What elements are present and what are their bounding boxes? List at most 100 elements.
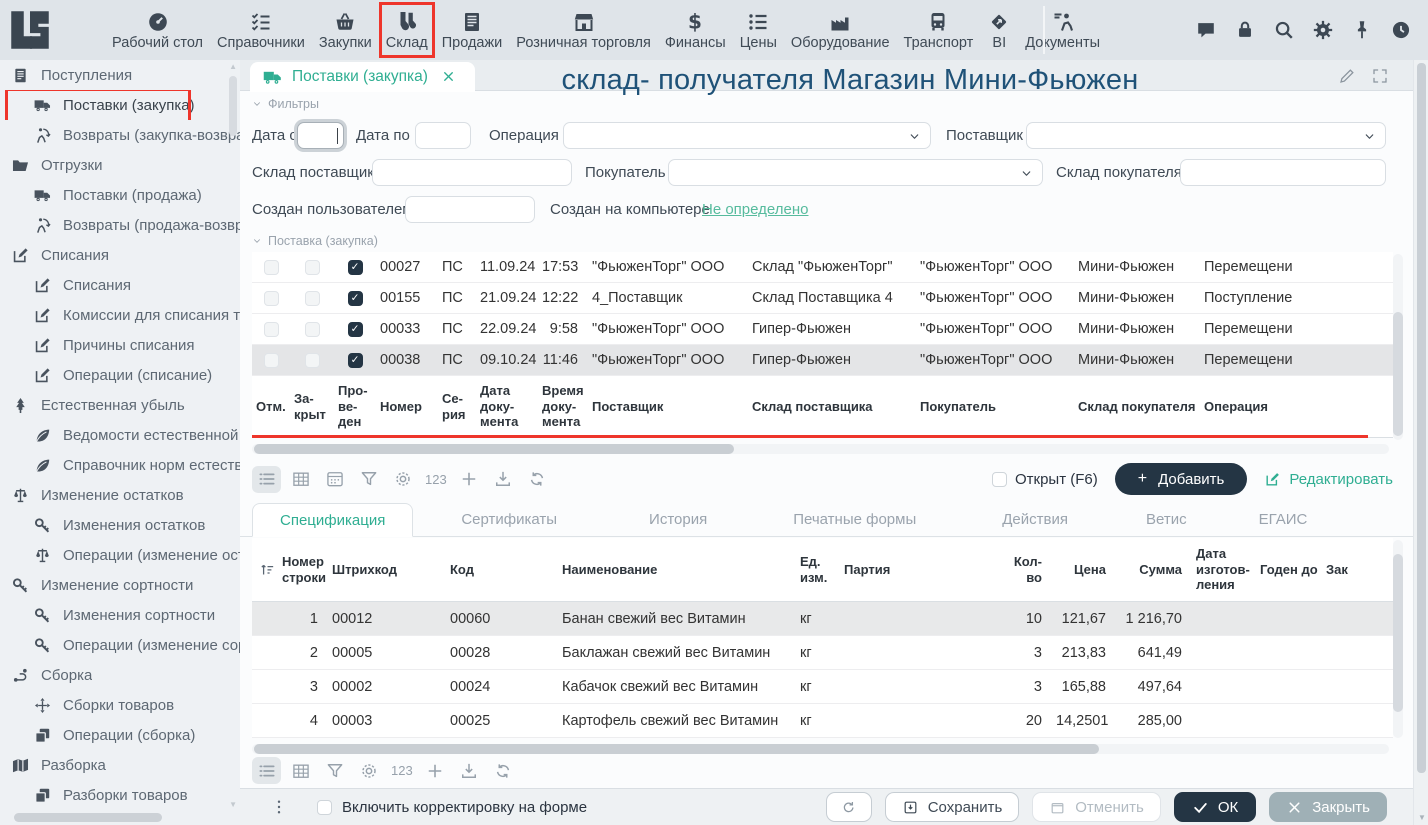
tab-postavki-zakupka[interactable]: Поставки (закупка) (250, 62, 475, 92)
kebab-menu-icon[interactable] (270, 798, 288, 816)
spec-table-hscrollbar[interactable] (252, 744, 1389, 754)
plus-button[interactable] (455, 466, 484, 493)
supplier-select[interactable] (1026, 122, 1386, 149)
detail-tab-1[interactable]: Спецификация (252, 503, 413, 537)
nav-item-dokumenty[interactable]: Документы (1018, 2, 1107, 58)
buyer-warehouse-input[interactable] (1180, 159, 1386, 186)
created-on-computer-link[interactable]: Не определено (702, 196, 808, 223)
closed-checkbox[interactable] (305, 322, 320, 337)
sidebar-item-postupleniya[interactable]: Поступления (0, 60, 240, 90)
supplier-warehouse-input[interactable] (372, 159, 572, 186)
sidebar-item-operacii-sborka[interactable]: Операции (сборка) (0, 720, 240, 750)
chat-button[interactable] (1195, 19, 1217, 41)
closed-checkbox[interactable] (305, 260, 320, 275)
nav-item-spravochniki[interactable]: Справочники (210, 2, 312, 58)
add-button[interactable]: + Добавить (1115, 463, 1248, 495)
sidebar-item-operacii-izmenenie-ostatkov[interactable]: Операции (изменение оста (0, 540, 240, 570)
table-row[interactable]: 00155ПС21.09.2412:224_ПоставщикСклад Пос… (252, 283, 1393, 314)
sidebar-item-izmenenie-sortnosti[interactable]: Изменение сортности (0, 570, 240, 600)
enable-adjustment-checkbox[interactable]: Включить корректировку на форме (317, 799, 587, 816)
operation-select[interactable] (563, 122, 931, 149)
download-button[interactable] (489, 466, 518, 493)
posted-checkbox[interactable] (348, 353, 363, 368)
posted-checkbox[interactable] (348, 260, 363, 275)
sidebar-item-prichiny-spisaniya[interactable]: Причины списания (0, 330, 240, 360)
gear-button[interactable] (1312, 19, 1334, 41)
save-button[interactable]: Сохранить (885, 792, 1020, 822)
grid-view-button[interactable] (286, 466, 315, 493)
date-from-input[interactable] (297, 122, 344, 149)
sidebar-item-postavki-prodazha[interactable]: Поставки (продажа) (0, 180, 240, 210)
sidebar-vertical-scrollbar[interactable] (229, 76, 237, 136)
sidebar-item-postavki-zakupka[interactable]: Поставки (закупка) (0, 90, 240, 120)
sidebar-item-komissii-dlya-spisaniya[interactable]: Комиссии для списания то (0, 300, 240, 330)
gear-outline-button[interactable] (354, 757, 383, 784)
filters-section-toggle[interactable]: Фильтры (252, 97, 319, 111)
sort-icon[interactable] (259, 561, 276, 578)
nav-item-finansy[interactable]: Финансы (658, 2, 733, 58)
detail-tab-5[interactable]: Действия (992, 503, 1078, 537)
loop-button[interactable] (489, 757, 518, 784)
nav-item-transport[interactable]: Транспорт (897, 2, 981, 58)
plus-button[interactable] (421, 757, 450, 784)
page-vertical-scrollbar[interactable]: ▼ (1413, 60, 1428, 825)
sidebar-item-sborka[interactable]: Сборка (0, 660, 240, 690)
created-by-input[interactable] (405, 196, 535, 223)
sidebar-item-operacii-izmenenie-sortnosti[interactable]: Операции (изменение сор (0, 630, 240, 660)
sidebar-horizontal-scrollbar[interactable] (14, 813, 162, 822)
table-row[interactable]: 20000500028Баклажан свежий вес Витаминкг… (252, 636, 1393, 670)
sidebar-item-vozvraty-zakupka[interactable]: Возвраты (закупка-возврат (0, 120, 240, 150)
marked-checkbox[interactable] (264, 291, 279, 306)
sidebar-item-izmeneniya-sortnosti[interactable]: Изменения сортности (0, 600, 240, 630)
sidebar-item-sborki-tovarov[interactable]: Сборки товаров (0, 690, 240, 720)
grid-view-button[interactable] (286, 757, 315, 784)
sidebar-item-spravochnik-norm[interactable]: Справочник норм естестве (0, 450, 240, 480)
sidebar-item-vozvraty-prodazha[interactable]: Возвраты (продажа-возвра (0, 210, 240, 240)
table-row[interactable]: 00038ПС09.10.2411:46"ФьюженТорг" ОООГипе… (252, 345, 1393, 376)
checkbox-unchecked[interactable] (317, 800, 332, 815)
funnel-button[interactable] (320, 757, 349, 784)
sidebar-item-vedomosti-estestvennoy[interactable]: Ведомости естественной у (0, 420, 240, 450)
download-button[interactable] (455, 757, 484, 784)
nav-item-ceny[interactable]: Цены (733, 2, 784, 58)
sidebar-item-razborki-tovarov[interactable]: Разборки товаров (0, 780, 240, 810)
sidebar-item-operacii-spisanie[interactable]: Операции (списание) (0, 360, 240, 390)
marked-checkbox[interactable] (264, 353, 279, 368)
refresh-button[interactable] (826, 792, 872, 822)
detail-tab-6[interactable]: Ветис (1136, 503, 1197, 537)
detail-tab-3[interactable]: История (639, 503, 717, 537)
table-row[interactable]: 30000200024Кабачок свежий вес Витаминкг3… (252, 670, 1393, 704)
marked-checkbox[interactable] (264, 322, 279, 337)
table-row[interactable]: 40000300025Картофель свежий вес Витаминк… (252, 704, 1393, 738)
search-button[interactable] (1273, 19, 1295, 41)
detail-tab-4[interactable]: Печатные формы (783, 503, 926, 537)
nav-item-bi[interactable]: BI (980, 2, 1018, 58)
nav-item-rabochiy-stol[interactable]: Рабочий стол (105, 2, 210, 58)
numbers-format-button[interactable]: 123 (422, 472, 450, 487)
spec-table-vscrollbar[interactable] (1393, 540, 1403, 738)
nav-item-oborudovanie[interactable]: Оборудование (784, 2, 897, 58)
nav-item-prodazhi[interactable]: Продажи (435, 2, 510, 58)
calendar-view-button[interactable] (320, 466, 349, 493)
tab-close-icon[interactable] (441, 69, 457, 85)
history-button[interactable] (1390, 19, 1412, 41)
checkbox-checked[interactable] (992, 472, 1007, 487)
lock-button[interactable] (1234, 19, 1256, 41)
funnel-button[interactable] (354, 466, 383, 493)
closed-checkbox[interactable] (305, 291, 320, 306)
nav-item-roznichnaya-torgovlya[interactable]: Розничная торговля (509, 2, 658, 58)
nav-item-sklad[interactable]: Склад (379, 2, 435, 58)
gear-outline-button[interactable] (388, 466, 417, 493)
ok-button[interactable]: ОК (1174, 792, 1256, 822)
close-button[interactable]: Закрыть (1269, 792, 1387, 822)
posted-checkbox[interactable] (348, 291, 363, 306)
sidebar-scroll-up-icon[interactable]: ▲ (229, 62, 237, 71)
pin-button[interactable] (1351, 19, 1373, 41)
doc-section-toggle[interactable]: Поставка (закупка) (252, 234, 378, 248)
open-f6-checkbox[interactable]: Открыт (F6) (992, 471, 1098, 488)
sidebar-item-spisaniya-group[interactable]: Списания (0, 240, 240, 270)
sidebar-item-spisaniya[interactable]: Списания (0, 270, 240, 300)
sidebar-item-izmenenie-ostatkov[interactable]: Изменение остатков (0, 480, 240, 510)
detail-tab-7[interactable]: ЕГАИС (1249, 503, 1318, 537)
sidebar-scroll-down-icon[interactable]: ▼ (229, 800, 237, 809)
